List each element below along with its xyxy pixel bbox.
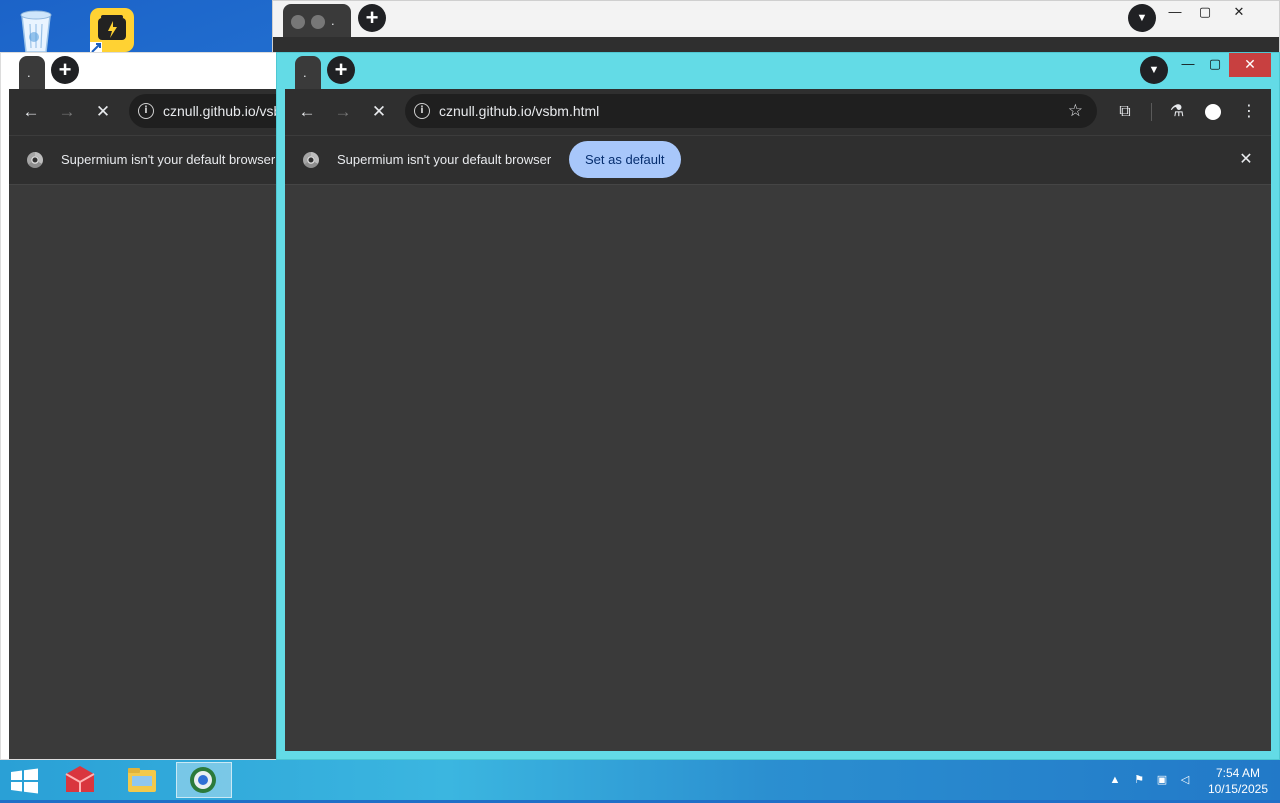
toolbox-icon	[65, 766, 95, 792]
browser-frame: ← → ✕ i cznull.github.io/vsbm.html Super…	[9, 89, 329, 759]
arrow-right-icon: →	[334, 102, 352, 121]
maximize-icon: ▢	[1198, 4, 1212, 19]
labs-button[interactable]: ⚗	[1163, 98, 1191, 126]
toolbar: ← → ✕ i cznull.github.io/vsbm.html ☆ ⧉ ⚗…	[285, 89, 1271, 135]
plus-icon: +	[365, 5, 379, 30]
close-icon: ✕	[371, 102, 387, 121]
new-tab-button[interactable]: +	[327, 56, 355, 84]
toolbar: ← → ✕ i cznull.github.io/vsbm.html	[9, 89, 329, 135]
avatar-icon	[1205, 103, 1221, 120]
left-browser-window[interactable]: . + ← → ✕ i cznull.github.io/vsbm.html S…	[0, 52, 329, 760]
profile-button[interactable]	[1199, 98, 1227, 126]
background-browser-window[interactable]: . + ▼ — ▢ ✕	[272, 0, 1280, 60]
infobar-message: Supermium isn't your default browser	[337, 152, 552, 167]
maximize-icon: ▢	[1208, 56, 1222, 71]
browser-app-icon	[190, 767, 216, 793]
chevron-down-icon: ▼	[1148, 64, 1160, 76]
infobar-message: Supermium isn't your default browser	[61, 152, 276, 167]
page-content[interactable]	[9, 185, 285, 759]
more-vertical-icon: ⋮	[1241, 103, 1257, 120]
volume-muted-icon[interactable]: ◁	[1176, 772, 1194, 788]
action-center-icon[interactable]: ⚑	[1130, 772, 1148, 788]
tab[interactable]: .	[295, 56, 321, 89]
minimize-icon: —	[1168, 4, 1182, 19]
page-content[interactable]	[285, 185, 1271, 751]
default-browser-infobar: Supermium isn't your default browser	[9, 135, 285, 185]
address-bar[interactable]: i cznull.github.io/vsbm.html ☆	[405, 94, 1097, 128]
tab-title: .	[303, 65, 307, 80]
browser-logo-icon	[303, 152, 319, 168]
tab-search-button[interactable]: ▼	[1128, 4, 1156, 32]
close-icon: ✕	[1244, 56, 1256, 72]
info-icon: i	[414, 103, 430, 119]
network-icon[interactable]: ▣	[1153, 772, 1171, 788]
tab-title: .	[331, 13, 335, 28]
bookmark-star-icon[interactable]: ☆	[1068, 94, 1083, 128]
arrow-right-icon: →	[58, 102, 76, 121]
maximize-button[interactable]: ▢	[1187, 1, 1223, 25]
plus-icon: +	[334, 57, 348, 82]
minimize-icon: —	[1181, 56, 1195, 71]
info-icon: i	[138, 103, 154, 119]
forward-button[interactable]: →	[53, 98, 81, 126]
clock-time: 7:54 AM	[1215, 766, 1260, 780]
back-button[interactable]: ←	[293, 98, 321, 126]
app-shortcut-icon[interactable]	[88, 6, 140, 58]
taskbar: ▲ ⚑ ▣ ◁ 7:54 AM 10/15/2025	[0, 760, 1280, 800]
menu-button[interactable]: ⋮	[1235, 98, 1263, 126]
clock-date: 10/15/2025	[1207, 782, 1268, 796]
close-icon: ✕	[1239, 151, 1253, 168]
arrow-left-icon: ←	[22, 102, 40, 121]
show-hidden-icons-button[interactable]: ▲	[1106, 772, 1124, 788]
globe-icon	[311, 14, 325, 29]
close-window-button[interactable]: ✕	[1221, 1, 1257, 25]
start-button[interactable]	[10, 768, 40, 794]
new-tab-button[interactable]: +	[358, 4, 386, 32]
tab-search-button[interactable]: ▼	[1140, 56, 1168, 84]
stop-loading-button[interactable]: ✕	[89, 98, 117, 126]
active-browser-window[interactable]: . + ▼ — ▢ ✕ ← → ✕ i cznull.github.io/vsb…	[276, 52, 1280, 760]
maximize-button[interactable]: ▢	[1197, 53, 1233, 77]
extensions-button[interactable]: ⧉	[1111, 98, 1139, 126]
clock[interactable]: 7:54 AM 10/15/2025	[1208, 765, 1268, 797]
address-bar-url: cznull.github.io/vsbm.html	[439, 103, 600, 119]
tab-strip: . + ▼ — ▢ ✕	[277, 53, 1279, 89]
infobar-close-button[interactable]: ✕	[1233, 147, 1259, 173]
tab-strip: . +	[1, 53, 285, 89]
chevron-down-icon: ▼	[1136, 12, 1148, 24]
taskbar-browser[interactable]	[176, 762, 232, 798]
globe-icon	[291, 14, 305, 29]
windows-logo-icon	[11, 768, 38, 794]
arrow-left-icon: ←	[298, 102, 316, 121]
chevron-up-icon: ▲	[1109, 774, 1121, 786]
new-tab-button[interactable]: +	[51, 56, 79, 84]
tab[interactable]: .	[19, 56, 45, 89]
tab[interactable]: .	[283, 4, 351, 37]
browser-logo-icon	[27, 152, 43, 168]
browser-frame: ← → ✕ i cznull.github.io/vsbm.html ☆ ⧉ ⚗…	[285, 89, 1271, 751]
recycle-bin-icon[interactable]	[12, 4, 64, 56]
taskbar-file-explorer[interactable]	[120, 762, 164, 798]
plus-icon: +	[58, 57, 72, 82]
back-button[interactable]: ←	[17, 98, 45, 126]
close-icon: ✕	[1233, 4, 1245, 19]
folder-icon	[128, 768, 156, 792]
default-browser-infobar: Supermium isn't your default browser Set…	[285, 135, 1271, 185]
tab-title: .	[27, 65, 31, 80]
set-as-default-button[interactable]: Set as default	[569, 141, 681, 178]
close-icon: ✕	[95, 102, 111, 121]
toolbar-divider	[1151, 103, 1152, 121]
stop-loading-button[interactable]: ✕	[365, 98, 393, 126]
tab-strip: . + ▼ — ▢ ✕	[273, 1, 1279, 37]
flask-icon: ⚗	[1169, 103, 1185, 120]
forward-button[interactable]: →	[329, 98, 357, 126]
close-window-button[interactable]: ✕	[1229, 53, 1271, 77]
taskbar-app-1[interactable]	[58, 762, 102, 798]
puzzle-icon: ⧉	[1119, 103, 1131, 120]
